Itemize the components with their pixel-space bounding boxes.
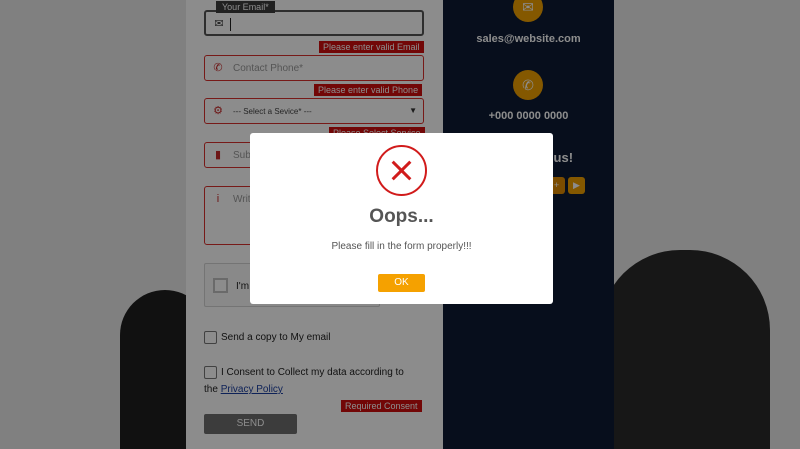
dialog-title: Oops... (369, 206, 434, 227)
error-dialog: Oops... Please fill in the form properly… (250, 133, 553, 304)
dialog-message: Please fill in the form properly!!! (331, 241, 472, 252)
ok-button[interactable]: OK (378, 274, 425, 292)
error-x-icon (376, 145, 427, 196)
